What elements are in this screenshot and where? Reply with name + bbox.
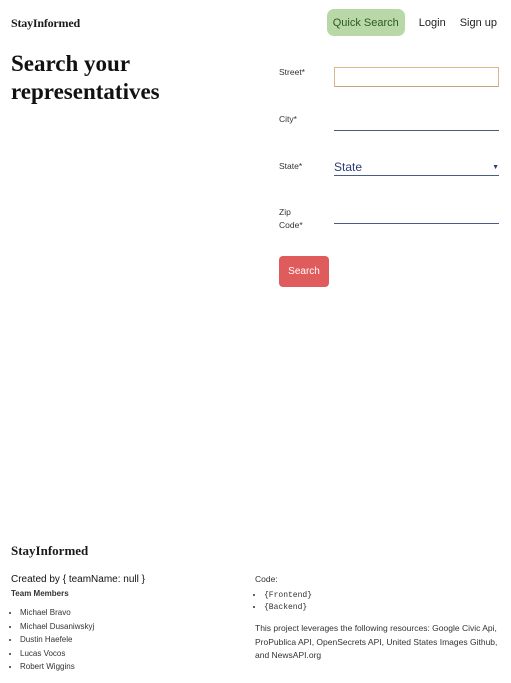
city-input[interactable] xyxy=(334,117,499,131)
search-button[interactable]: Search xyxy=(279,256,329,287)
chevron-down-icon: ▼ xyxy=(492,164,499,171)
code-link-frontend[interactable]: {Frontend} xyxy=(264,590,312,602)
list-item: Dustin Haefele xyxy=(20,633,94,647)
resources-text: This project leverages the following res… xyxy=(255,623,498,660)
state-select[interactable]: State ▼ xyxy=(334,159,499,176)
zip-label: Zip Code* xyxy=(279,207,303,230)
top-nav: Quick Search Login Sign up xyxy=(326,9,497,36)
created-by: Created by { teamName: null } xyxy=(11,574,145,585)
street-label: Street* xyxy=(279,67,305,77)
zip-row: Zip Code* xyxy=(279,206,499,236)
footer-brand: StayInformed xyxy=(11,543,89,558)
state-select-value: State xyxy=(334,160,363,174)
code-title: Code: xyxy=(255,574,278,584)
quick-search-button[interactable]: Quick Search xyxy=(326,9,405,36)
team-members-list: Michael Bravo Michael Dusaniwskyj Dustin… xyxy=(20,606,94,674)
city-row: City* xyxy=(279,113,499,143)
zip-input[interactable] xyxy=(334,210,499,224)
list-item: Michael Bravo xyxy=(20,606,94,620)
city-label: City* xyxy=(279,114,297,124)
street-input[interactable] xyxy=(334,67,499,87)
street-row: Street* xyxy=(279,66,499,96)
login-link[interactable]: Login xyxy=(419,17,446,29)
team-members-title: Team Members xyxy=(11,589,69,598)
list-item: Robert Wiggins xyxy=(20,660,94,674)
list-item: Lucas Vocos xyxy=(20,647,94,661)
list-item: Michael Dusaniwskyj xyxy=(20,620,94,634)
signup-link[interactable]: Sign up xyxy=(460,17,497,29)
code-list: {Frontend} {Backend} xyxy=(264,590,312,614)
page-title: Search your representatives xyxy=(11,51,160,104)
state-row: State* State ▼ xyxy=(279,160,499,190)
state-label: State* xyxy=(279,161,303,171)
brand-logo[interactable]: StayInformed xyxy=(11,16,80,31)
code-link-backend[interactable]: {Backend} xyxy=(264,602,312,614)
